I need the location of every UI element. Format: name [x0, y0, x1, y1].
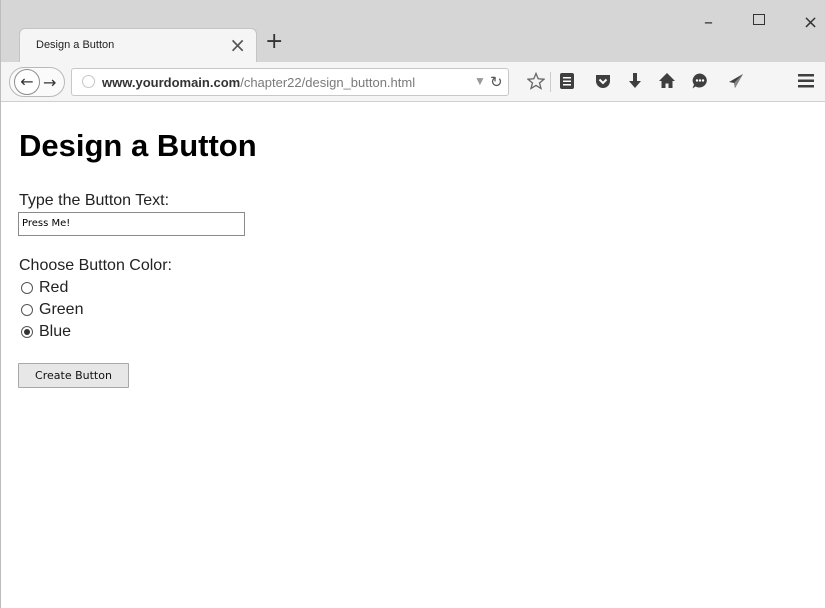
home-icon[interactable]: [658, 72, 676, 90]
radio-label-green: Green: [39, 301, 84, 318]
button-text-label: Type the Button Text:: [19, 192, 170, 209]
send-icon[interactable]: [727, 72, 745, 90]
radio-label-blue: Blue: [39, 323, 72, 340]
new-tab-icon[interactable]: +: [265, 29, 283, 54]
browser-window: Design a Button × + – × ← → www.yourdoma…: [0, 0, 825, 608]
menu-icon[interactable]: [797, 73, 815, 89]
radio-option-red[interactable]: Red: [21, 279, 68, 297]
chat-icon[interactable]: [691, 72, 709, 90]
create-button[interactable]: Create Button: [18, 363, 129, 388]
radio-option-blue[interactable]: Blue: [21, 323, 71, 341]
globe-icon: [82, 75, 95, 88]
close-icon[interactable]: ×: [229, 33, 246, 57]
button-color-label: Choose Button Color:: [19, 257, 172, 274]
minimize-icon[interactable]: –: [704, 12, 713, 33]
tab-design-button[interactable]: Design a Button ×: [19, 28, 257, 62]
button-text-input[interactable]: Press Me!: [18, 212, 245, 236]
url-text: www.yourdomain.com/chapter22/design_butt…: [102, 75, 416, 90]
reader-icon[interactable]: [559, 72, 575, 90]
radio-red[interactable]: [21, 282, 33, 294]
window-close-icon[interactable]: ×: [803, 12, 818, 33]
tab-title: Design a Button: [36, 39, 115, 51]
radio-green[interactable]: [21, 304, 33, 316]
pocket-icon[interactable]: [594, 73, 612, 90]
reload-icon[interactable]: ↻: [490, 73, 503, 91]
address-bar[interactable]: www.yourdomain.com/chapter22/design_butt…: [71, 68, 509, 96]
maximize-icon[interactable]: [753, 14, 765, 25]
radio-option-green[interactable]: Green: [21, 301, 83, 319]
navigation-bar: ← → www.yourdomain.com/chapter22/design_…: [1, 62, 825, 102]
url-dropdown-icon[interactable]: ▼: [474, 74, 486, 88]
back-icon[interactable]: ←: [14, 69, 40, 95]
download-icon[interactable]: [628, 72, 642, 90]
back-forward-group: ← →: [9, 67, 65, 97]
forward-icon[interactable]: →: [43, 73, 56, 92]
toolbar-divider: [550, 72, 551, 92]
page-title: Design a Button: [19, 128, 257, 163]
page-content: Design a Button: [19, 128, 257, 164]
radio-label-red: Red: [39, 279, 69, 296]
tab-strip: Design a Button × + – ×: [1, 0, 825, 66]
star-icon[interactable]: [527, 72, 545, 90]
radio-blue[interactable]: [21, 326, 33, 338]
